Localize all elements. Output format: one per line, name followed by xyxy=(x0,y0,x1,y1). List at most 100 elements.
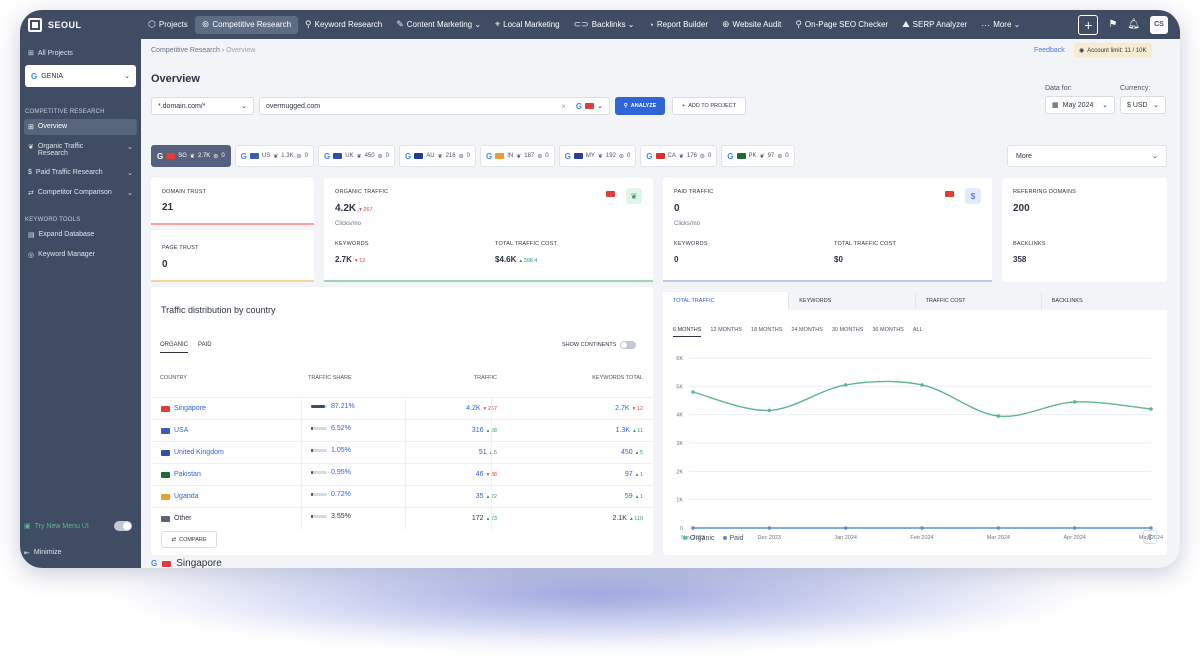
country-code: UK xyxy=(345,153,354,159)
keywords-cell[interactable]: 97 ▴ 1 xyxy=(625,471,643,478)
add-button[interactable]: + xyxy=(1078,14,1099,35)
country-cell[interactable]: Other xyxy=(161,515,192,522)
compare-button[interactable]: ⇄ COMPARE xyxy=(161,531,217,548)
period-option-5[interactable]: 36 MONTHS xyxy=(872,327,903,337)
sidebar-item-expand-database[interactable]: ▤ Expand Database xyxy=(24,227,137,243)
sidebar: ⊞ All Projects G GENIA ⌄ COMPETITIVE RES… xyxy=(20,39,141,568)
country-cell[interactable]: USA xyxy=(161,427,188,434)
nav-item-8[interactable]: ⚲ On-Page SEO Checker xyxy=(788,16,895,34)
project-select[interactable]: G GENIA ⌄ xyxy=(25,65,136,87)
feedback-link[interactable]: Feedback xyxy=(1034,47,1065,54)
keywords-cell[interactable]: 59 ▴ 1 xyxy=(625,493,643,500)
legend-organic[interactable]: Organic xyxy=(683,535,715,542)
traffic-cell[interactable]: 35 ▴ 22 xyxy=(476,493,497,500)
sidebar-item-keyword-manager[interactable]: ◎ Keyword Manager xyxy=(24,247,137,263)
nav-item-2[interactable]: ⚲ Keyword Research xyxy=(298,16,389,34)
country-tab-uk[interactable]: G UK ❦ 450 ⊜ 0 xyxy=(317,145,395,167)
traffic-value: 46 xyxy=(475,471,484,478)
currency-select[interactable]: $ USD ⌄ xyxy=(1120,96,1166,114)
clear-icon[interactable]: × xyxy=(561,102,566,111)
country-tab-my[interactable]: G MY ❦ 192 ⊜ 0 xyxy=(558,145,637,167)
keywords-cell[interactable]: 450 ▴ 5 xyxy=(621,449,643,456)
country-cell[interactable]: Singapore xyxy=(161,405,206,412)
country-cell[interactable]: Pakistan xyxy=(161,471,201,478)
period-option-0[interactable]: 6 MONTHS xyxy=(673,327,702,337)
nav-item-6[interactable]: ◔ Report Builder xyxy=(641,16,715,34)
chart-tab-3[interactable]: BACKLINKS xyxy=(1040,292,1167,310)
col-traffic[interactable]: TRAFFIC xyxy=(474,375,497,381)
country-name: Other xyxy=(174,515,192,522)
period-option-1[interactable]: 12 MONTHS xyxy=(710,327,741,337)
try-new-toggle[interactable] xyxy=(114,521,132,531)
nav-item-0[interactable]: ⬡ Projects xyxy=(141,16,195,34)
nav-item-10[interactable]: ··· More ⌄ xyxy=(974,16,1027,34)
sidebar-item-organic[interactable]: ❦ Organic Traffic Research ⌄ xyxy=(24,139,137,161)
avatar[interactable]: CS xyxy=(1150,15,1168,34)
sidebar-item-overview[interactable]: ⊞ Overview xyxy=(24,119,137,135)
nav-item-9[interactable]: ⛰ SERP Analyzer xyxy=(895,16,974,34)
traffic-cell[interactable]: 316 ▴ 28 xyxy=(472,427,497,434)
brand-logo[interactable]: SEOUL xyxy=(20,10,141,39)
country-flag-icon xyxy=(161,515,170,522)
col-keywords-total[interactable]: KEYWORDS TOTAL xyxy=(592,375,643,381)
tab-paid[interactable]: PAID xyxy=(198,342,212,353)
keywords-cell[interactable]: 2.7K ▾ 12 xyxy=(615,405,643,412)
traffic-share-bar xyxy=(311,427,327,430)
nav-item-label: Content Marketing ⌄ xyxy=(406,20,482,29)
country-tab-au[interactable]: G AU ❦ 216 ⊜ 0 xyxy=(398,145,476,167)
chart-tab-1[interactable]: KEYWORDS xyxy=(788,292,915,310)
bell-icon[interactable]: 🔔︎ xyxy=(1127,19,1140,30)
traffic-cell[interactable]: 4.2K ▾ 267 xyxy=(466,405,497,412)
nav-item-3[interactable]: ✎ Content Marketing ⌄ xyxy=(389,16,488,34)
chart-tab-2[interactable]: TRAFFIC COST xyxy=(914,292,1041,310)
traffic-share-value: 6.52% xyxy=(331,425,351,432)
chart-tab-0[interactable]: TOTAL TRAFFIC xyxy=(663,292,789,310)
url-input[interactable]: overmugged.com × G ⌄ xyxy=(259,97,610,115)
distribution-tabs: ORGANIC PAID xyxy=(160,342,212,353)
flag-icon[interactable]: ⚑ xyxy=(1108,19,1117,30)
engine-select[interactable]: G ⌄ xyxy=(576,102,603,111)
legend-paid[interactable]: Paid xyxy=(722,535,744,542)
sidebar-item-comparison[interactable]: ⇄ Competitor Comparison ⌄ xyxy=(24,185,137,201)
country-cell[interactable]: Uganda xyxy=(161,493,199,500)
y-tick-label: 0 xyxy=(680,526,683,532)
period-option-4[interactable]: 30 MONTHS xyxy=(832,327,863,337)
show-continents-toggle[interactable] xyxy=(620,341,637,349)
breadcrumb-root[interactable]: Competitive Research xyxy=(151,47,220,54)
data-for-select[interactable]: ▦ May 2024 ⌄ xyxy=(1045,96,1115,114)
col-country[interactable]: COUNTRY xyxy=(160,375,187,381)
add-to-project-button[interactable]: + ADD TO PROJECT xyxy=(672,97,746,115)
sg-flag-icon xyxy=(945,191,954,197)
sidebar-item-paid[interactable]: $ Paid Traffic Research ⌄ xyxy=(24,165,137,181)
country-cell[interactable]: United Kingdom xyxy=(161,449,224,456)
traffic-cell[interactable]: 46 ▾ 38 xyxy=(476,471,497,478)
more-countries-select[interactable]: More ⌄ xyxy=(1007,145,1167,167)
nav-item-5[interactable]: ⊂⊃ Backlinks ⌄ xyxy=(567,16,642,34)
data-point-organic xyxy=(767,408,772,413)
nav-item-1[interactable]: ⊚ Competitive Research xyxy=(194,15,299,34)
period-option-6[interactable]: ALL xyxy=(913,327,923,337)
minimize-button[interactable]: ⇤ Minimize xyxy=(24,549,62,557)
keywords-cell[interactable]: 2.1K ▴ 110 xyxy=(613,515,643,522)
sidebar-item-label: Competitor Comparison xyxy=(37,189,112,196)
tab-organic[interactable]: ORGANIC xyxy=(160,342,189,353)
analyze-button[interactable]: ⚲ ANALYZE xyxy=(615,97,665,115)
export-button[interactable]: ⇪ xyxy=(1143,530,1157,544)
nav-item-7[interactable]: ⊕ Website Audit xyxy=(715,16,788,34)
country-tab-ca[interactable]: G CA ❦ 176 ⊜ 0 xyxy=(640,145,718,167)
nav-item-4[interactable]: ⌖ Local Marketing xyxy=(488,16,567,34)
domain-mode-select[interactable]: *.domain.com/* ⌄ xyxy=(151,97,254,115)
period-option-2[interactable]: 18 MONTHS xyxy=(751,327,782,337)
period-option-3[interactable]: 24 MONTHS xyxy=(791,327,822,337)
traffic-cell[interactable]: 172 ▴ 23 xyxy=(472,515,497,522)
all-projects-link[interactable]: ⊞ All Projects xyxy=(20,39,141,58)
keywords-cell[interactable]: 1.3K ▴ 11 xyxy=(616,427,643,434)
leaf-icon: ❦ xyxy=(437,153,443,160)
col-traffic-share[interactable]: TRAFFIC SHARE xyxy=(308,375,352,381)
country-tab-sg[interactable]: G SG ❦ 2.7K ⊜ 0 xyxy=(151,145,231,167)
account-limit-badge[interactable]: ◉ Account limit: 11 / 10K xyxy=(1074,43,1152,58)
traffic-cell[interactable]: 51 ▴ 5 xyxy=(479,449,497,456)
country-tab-pk[interactable]: G PK ❦ 97 ⊜ 0 xyxy=(721,145,795,167)
country-tab-in[interactable]: G IN ❦ 187 ⊜ 0 xyxy=(479,145,555,167)
country-tab-us[interactable]: G US ❦ 1.3K ⊜ 0 xyxy=(234,145,314,167)
